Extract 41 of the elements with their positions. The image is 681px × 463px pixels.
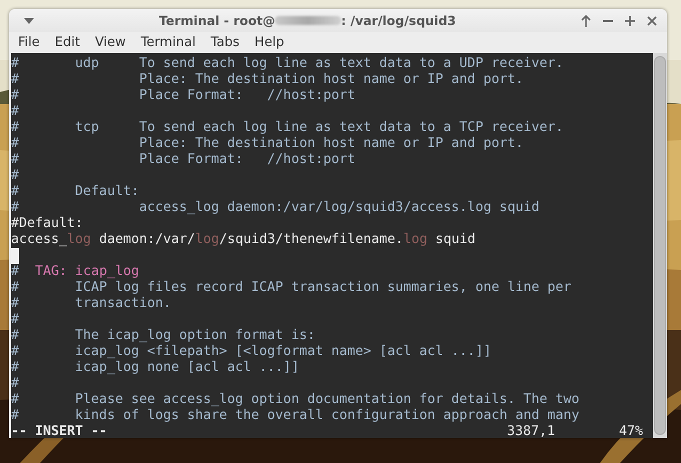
menu-item[interactable]: Terminal	[134, 35, 203, 50]
code-line: # ICAP log files record ICAP transaction summaries, one line per	[11, 280, 572, 296]
maximize-icon[interactable]	[625, 16, 635, 26]
menu-item[interactable]: Help	[248, 35, 292, 50]
code-line: #	[11, 312, 20, 328]
code-line: #	[11, 168, 20, 184]
cursor-position: 3387,1	[507, 424, 556, 438]
minimize-icon[interactable]	[603, 20, 613, 22]
code-line: # Default:	[11, 184, 140, 200]
scroll-percent: 47%	[619, 424, 644, 438]
code-line: # icap_log <filepath> [<logformat name> [acl acl ...]]	[11, 344, 492, 360]
scrollbar-thumb[interactable]	[654, 56, 666, 435]
arrow-up-icon[interactable]	[581, 14, 591, 26]
code-line: # Place: The destination host name or IP and port.	[11, 72, 524, 88]
code-line: #	[11, 104, 20, 120]
window-title: Terminal - root@	[159, 13, 276, 28]
blurred-region	[275, 16, 342, 25]
code-line: # icap_log none [acl acl ...]]	[11, 360, 300, 376]
code-line: # The icap_log option format is:	[11, 328, 316, 344]
code-line: # access_log daemon:/var/log/squid3/access.log squid	[11, 200, 540, 216]
code-line: # Please see access_log option documentation for details. The two	[11, 392, 580, 408]
code-line: # tcp To send each log line as text data to a TCP receiver.	[11, 120, 564, 136]
code-line: # Place: The destination host name or IP and port.	[11, 136, 524, 152]
scrollbar[interactable]	[653, 53, 667, 438]
code-line: # kinds of logs share the overall configuration approach and many	[11, 408, 580, 424]
code-line: # transaction.	[11, 296, 172, 312]
code-line: #	[11, 376, 20, 392]
code-line: # Place Format: //host:port	[11, 152, 356, 168]
close-icon[interactable]	[647, 16, 657, 26]
caret-down-icon[interactable]	[24, 18, 34, 24]
code-line: # TAG: icap_log	[11, 264, 140, 280]
code-line: # Place Format: //host:port	[11, 88, 356, 104]
code-line: #Default:	[11, 216, 84, 232]
window-title: : /var/log/squid3	[341, 13, 456, 28]
menu-item[interactable]: Edit	[48, 35, 87, 50]
code-line: # udp To send each log line as text data to a UDP receiver.	[11, 56, 564, 72]
code-line: access_log daemon:/var/log/squid3/thenewfilename.log squid	[11, 232, 476, 248]
menu-item[interactable]: File	[12, 35, 47, 50]
editor-mode: -- INSERT --	[11, 424, 108, 438]
menu-item[interactable]: Tabs	[204, 35, 247, 50]
menu-item[interactable]: View	[88, 35, 133, 50]
